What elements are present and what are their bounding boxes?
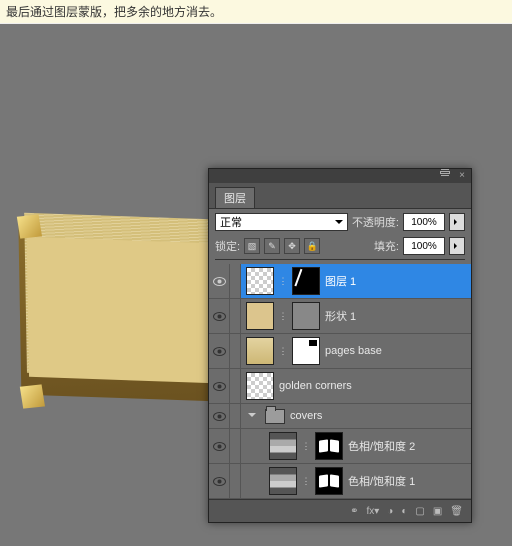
blend-mode-select[interactable]: 正常: [215, 213, 348, 231]
layer-row[interactable]: ⋮ 色相/饱和度 1: [209, 464, 471, 499]
canvas-area[interactable]: × 图层 正常 不透明度: 100% 锁定: ▧ ✎ ✥ 🔒 填充: 100%: [0, 24, 512, 546]
visibility-toggle[interactable]: [209, 464, 230, 498]
mask-thumbnail[interactable]: [315, 467, 343, 495]
folder-icon: [265, 409, 285, 424]
fx-icon[interactable]: fx▾: [366, 506, 379, 517]
lock-all-icon[interactable]: 🔒: [304, 238, 320, 254]
mask-thumbnail[interactable]: [315, 432, 343, 460]
panel-footer: ⚭ fx▾ ◑ ◐ ▢ ▣ 🗑: [209, 499, 471, 522]
link-icon: ⋮: [302, 439, 310, 453]
layer-list: ⋮ 图层 1 ⋮ 形状 1: [209, 264, 471, 499]
add-mask-icon[interactable]: ◑: [387, 506, 393, 517]
close-icon[interactable]: ×: [459, 170, 465, 181]
layer-thumbnail[interactable]: [246, 267, 274, 295]
panel-titlebar[interactable]: ×: [209, 169, 471, 183]
link-icon: ⋮: [279, 274, 287, 288]
mask-thumbnail[interactable]: [292, 337, 320, 365]
fill-input[interactable]: 100%: [403, 237, 445, 255]
layer-row[interactable]: golden corners: [209, 369, 471, 404]
opacity-input[interactable]: 100%: [403, 213, 445, 231]
layer-row[interactable]: ⋮ pages base: [209, 334, 471, 369]
layer-group-row[interactable]: covers: [209, 404, 471, 429]
layer-name[interactable]: 色相/饱和度 2: [348, 438, 415, 454]
layer-row[interactable]: ⋮ 图层 1: [209, 264, 471, 299]
visibility-toggle[interactable]: [209, 299, 230, 333]
link-icon: ⋮: [279, 344, 287, 358]
disclosure-triangle-icon[interactable]: [248, 413, 256, 421]
layer-name[interactable]: 色相/饱和度 1: [348, 473, 415, 489]
lock-transparency-icon[interactable]: ▧: [244, 238, 260, 254]
layer-name[interactable]: golden corners: [279, 380, 352, 392]
instruction-banner: 最后通过图层蒙版，把多余的地方消去。: [0, 0, 512, 24]
layer-thumbnail[interactable]: [246, 302, 274, 330]
link-layers-icon[interactable]: ⚭: [350, 506, 358, 517]
flyout-menu-icon[interactable]: [441, 172, 449, 173]
lock-position-icon[interactable]: ✥: [284, 238, 300, 254]
opacity-flyout-icon[interactable]: [449, 213, 465, 231]
layer-row[interactable]: ⋮ 色相/饱和度 2: [209, 429, 471, 464]
opacity-label: 不透明度:: [352, 214, 399, 230]
group-icon[interactable]: ▢: [415, 506, 424, 517]
mask-thumbnail[interactable]: [292, 267, 320, 295]
layer-name[interactable]: covers: [290, 410, 322, 422]
mask-thumbnail[interactable]: [292, 302, 320, 330]
layer-name[interactable]: pages base: [325, 345, 382, 357]
lock-pixels-icon[interactable]: ✎: [264, 238, 280, 254]
lock-label: 锁定:: [215, 238, 240, 254]
visibility-toggle[interactable]: [209, 264, 230, 298]
layer-name[interactable]: 图层 1: [325, 273, 356, 289]
layer-thumbnail[interactable]: [246, 337, 274, 365]
layer-row[interactable]: ⋮ 形状 1: [209, 299, 471, 334]
link-icon: ⋮: [279, 309, 287, 323]
fill-label: 填充:: [374, 238, 399, 254]
visibility-toggle[interactable]: [209, 334, 230, 368]
link-icon: ⋮: [302, 474, 310, 488]
adjustment-thumbnail[interactable]: [269, 432, 297, 460]
visibility-toggle[interactable]: [209, 369, 230, 403]
trash-icon[interactable]: 🗑: [450, 506, 463, 517]
adjustment-icon[interactable]: ◐: [401, 506, 407, 517]
visibility-toggle[interactable]: [209, 429, 230, 463]
book-artwork: [18, 224, 219, 407]
tab-layers[interactable]: 图层: [215, 187, 255, 208]
new-layer-icon[interactable]: ▣: [433, 506, 442, 517]
adjustment-thumbnail[interactable]: [269, 467, 297, 495]
layer-name[interactable]: 形状 1: [325, 308, 356, 324]
layer-thumbnail[interactable]: [246, 372, 274, 400]
visibility-toggle[interactable]: [209, 404, 230, 428]
fill-flyout-icon[interactable]: [449, 237, 465, 255]
layers-panel: × 图层 正常 不透明度: 100% 锁定: ▧ ✎ ✥ 🔒 填充: 100%: [208, 168, 472, 523]
